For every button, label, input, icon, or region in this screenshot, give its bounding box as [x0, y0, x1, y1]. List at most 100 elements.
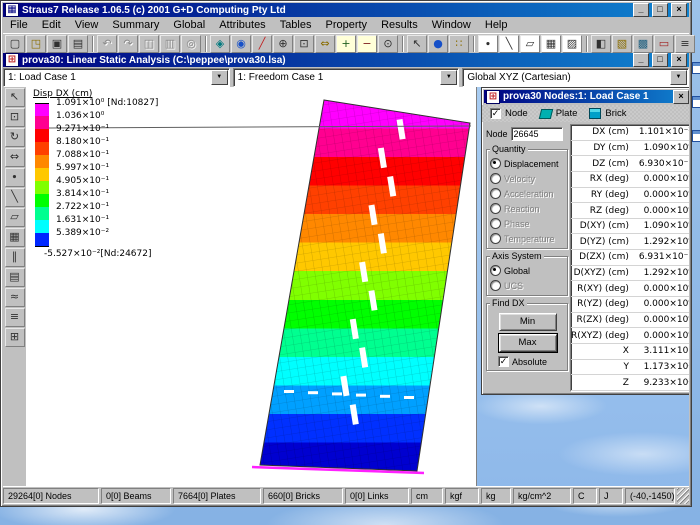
menu-item-attributes[interactable]: Attributes [212, 18, 272, 32]
menu-item-property[interactable]: Property [318, 18, 374, 32]
row-value: 1.101×10⁻² [634, 127, 689, 137]
magnify-icon[interactable]: ⊙ [378, 35, 398, 53]
brick-toggle[interactable]: Brick [589, 108, 626, 119]
plate-toggle[interactable]: Plate [540, 108, 578, 119]
resize-grip[interactable] [677, 488, 689, 504]
menu-item-view[interactable]: View [68, 18, 106, 32]
zoom-window-icon[interactable]: ⊡ [294, 35, 314, 53]
plate-toggle-icon[interactable]: ▱ [5, 208, 25, 227]
contour-settings-icon[interactable]: ◧ [591, 35, 611, 53]
select-plate-icon[interactable]: ▱ [520, 35, 540, 53]
chevron-down-icon[interactable]: ▼ [670, 70, 687, 85]
axis-system-combo[interactable]: Global XYZ (Cartesian) ▼ [462, 68, 689, 87]
find-max-button[interactable]: Max [499, 334, 557, 352]
select-beam-icon[interactable]: ╲ [499, 35, 519, 53]
zoom-box-icon[interactable]: ⊡ [5, 108, 25, 127]
palette-icon[interactable]: ▩ [633, 35, 653, 53]
freedom-case-combo[interactable]: 1: Freedom Case 1 ▼ [233, 68, 460, 87]
print-icon[interactable]: ▤ [68, 35, 88, 53]
axis-system-option-global[interactable]: Global [490, 263, 565, 278]
row-label: RX (deg) [571, 174, 634, 184]
menu-item-help[interactable]: Help [478, 18, 515, 32]
desktop-icon[interactable] [692, 62, 700, 74]
menu-item-file[interactable]: File [3, 18, 35, 32]
rotate-view-icon[interactable]: ↻ [5, 128, 25, 147]
select-arrow-icon[interactable]: ↖ [407, 35, 427, 53]
row-label: Z [571, 378, 634, 388]
quantity-option-velocity[interactable]: Velocity [490, 171, 565, 186]
menu-item-window[interactable]: Window [425, 18, 478, 32]
desktop-icon[interactable] [692, 130, 700, 142]
zoom-out-icon[interactable]: − [357, 35, 377, 53]
doc-close-button[interactable]: × [671, 53, 687, 67]
doc-minimize-button[interactable]: _ [633, 53, 649, 67]
panel-close-button[interactable]: × [673, 90, 689, 104]
plate-toggle-label: Plate [556, 108, 578, 119]
minimize-button[interactable]: _ [633, 3, 649, 17]
radio-icon [490, 233, 501, 244]
quantity-option-temperature[interactable]: Temperature [490, 231, 565, 246]
axis-system-option-ucs[interactable]: UCS [490, 278, 565, 293]
row-label: X [571, 346, 634, 356]
layers-icon[interactable]: ▧ [612, 35, 632, 53]
snap-grid-icon[interactable]: ∷ [449, 35, 469, 53]
select-brick-icon[interactable]: ▦ [541, 35, 561, 53]
draw-tool-icon[interactable]: ╱ [252, 35, 272, 53]
world-icon[interactable]: ● [428, 35, 448, 53]
zoom-in-icon[interactable]: + [336, 35, 356, 53]
pointer-icon[interactable]: ↖ [5, 88, 25, 107]
node-toggle-icon[interactable]: ∙ [5, 168, 25, 187]
desktop-icon[interactable] [692, 96, 700, 108]
select-node-icon[interactable]: ∙ [478, 35, 498, 53]
doc-restore-button[interactable]: □ [652, 53, 668, 67]
undo-icon: ↶ [97, 35, 117, 53]
quantity-option-acceleration[interactable]: Acceleration [490, 186, 565, 201]
report-icon[interactable]: ▭ [654, 35, 674, 53]
node-input[interactable] [511, 127, 563, 141]
menu-item-summary[interactable]: Summary [105, 18, 166, 32]
zoom-extents-icon[interactable]: ⊕ [273, 35, 293, 53]
display-options-icon[interactable]: ⊞ [5, 328, 25, 347]
model-viewport[interactable]: X [26, 87, 476, 486]
new-file-icon[interactable]: ▢ [5, 35, 25, 53]
toolbar-separator [402, 36, 404, 52]
find-icon: ◎ [181, 35, 201, 53]
brick-toggle-icon[interactable]: ▦ [5, 228, 25, 247]
plate-icon [538, 109, 552, 119]
menu-item-edit[interactable]: Edit [35, 18, 68, 32]
maximize-button[interactable]: □ [652, 3, 668, 17]
pan-view-icon[interactable]: ⇔ [5, 148, 25, 167]
row-value: 9.233×10³ [634, 378, 689, 388]
contour-toggle-icon[interactable]: ▤ [5, 268, 25, 287]
deform-toggle-icon[interactable]: ≈ [5, 288, 25, 307]
quantity-option-displacement[interactable]: Displacement [490, 156, 565, 171]
row-value: 0.000×10⁰ [634, 190, 689, 200]
absolute-checkbox[interactable]: ✓ [498, 356, 509, 367]
menu-item-results[interactable]: Results [374, 18, 425, 32]
entity-display-icon[interactable]: ◈ [210, 35, 230, 53]
quantity-option-reaction[interactable]: Reaction [490, 201, 565, 216]
pan-icon[interactable]: ⇔ [315, 35, 335, 53]
find-min-button[interactable]: Min [499, 313, 557, 331]
row-value: 0.000×10⁰ [634, 299, 689, 309]
beam-toggle-icon[interactable]: ╲ [5, 188, 25, 207]
options-icon[interactable]: ≡ [675, 35, 695, 53]
open-file-icon[interactable]: ◳ [26, 35, 46, 53]
chevron-down-icon[interactable]: ▼ [211, 70, 228, 85]
save-file-icon[interactable]: ▣ [47, 35, 67, 53]
chevron-down-icon[interactable]: ▼ [440, 70, 457, 85]
select-region-icon[interactable]: ▨ [562, 35, 582, 53]
table-row: DZ (cm)6.930×10⁻¹ [571, 156, 689, 172]
menu-item-tables[interactable]: Tables [273, 18, 319, 32]
close-button[interactable]: × [671, 3, 687, 17]
node-toggle[interactable]: ✓Node [490, 108, 528, 119]
quantity-option-phase[interactable]: Phase [490, 216, 565, 231]
menu-item-global[interactable]: Global [166, 18, 212, 32]
globe-view-icon[interactable]: ◉ [231, 35, 251, 53]
model-canvas[interactable]: X Disp DX (cm) 1.091×10⁰ [Nd:10827]1.036… [26, 87, 477, 486]
status-segment: C [573, 488, 597, 504]
annotate-icon[interactable]: ≡ [5, 308, 25, 327]
load-case-combo[interactable]: 1: Load Case 1 ▼ [3, 68, 230, 87]
link-toggle-icon[interactable]: ∥ [5, 248, 25, 267]
table-row: R(YZ) (deg)0.000×10⁰ [571, 297, 689, 313]
